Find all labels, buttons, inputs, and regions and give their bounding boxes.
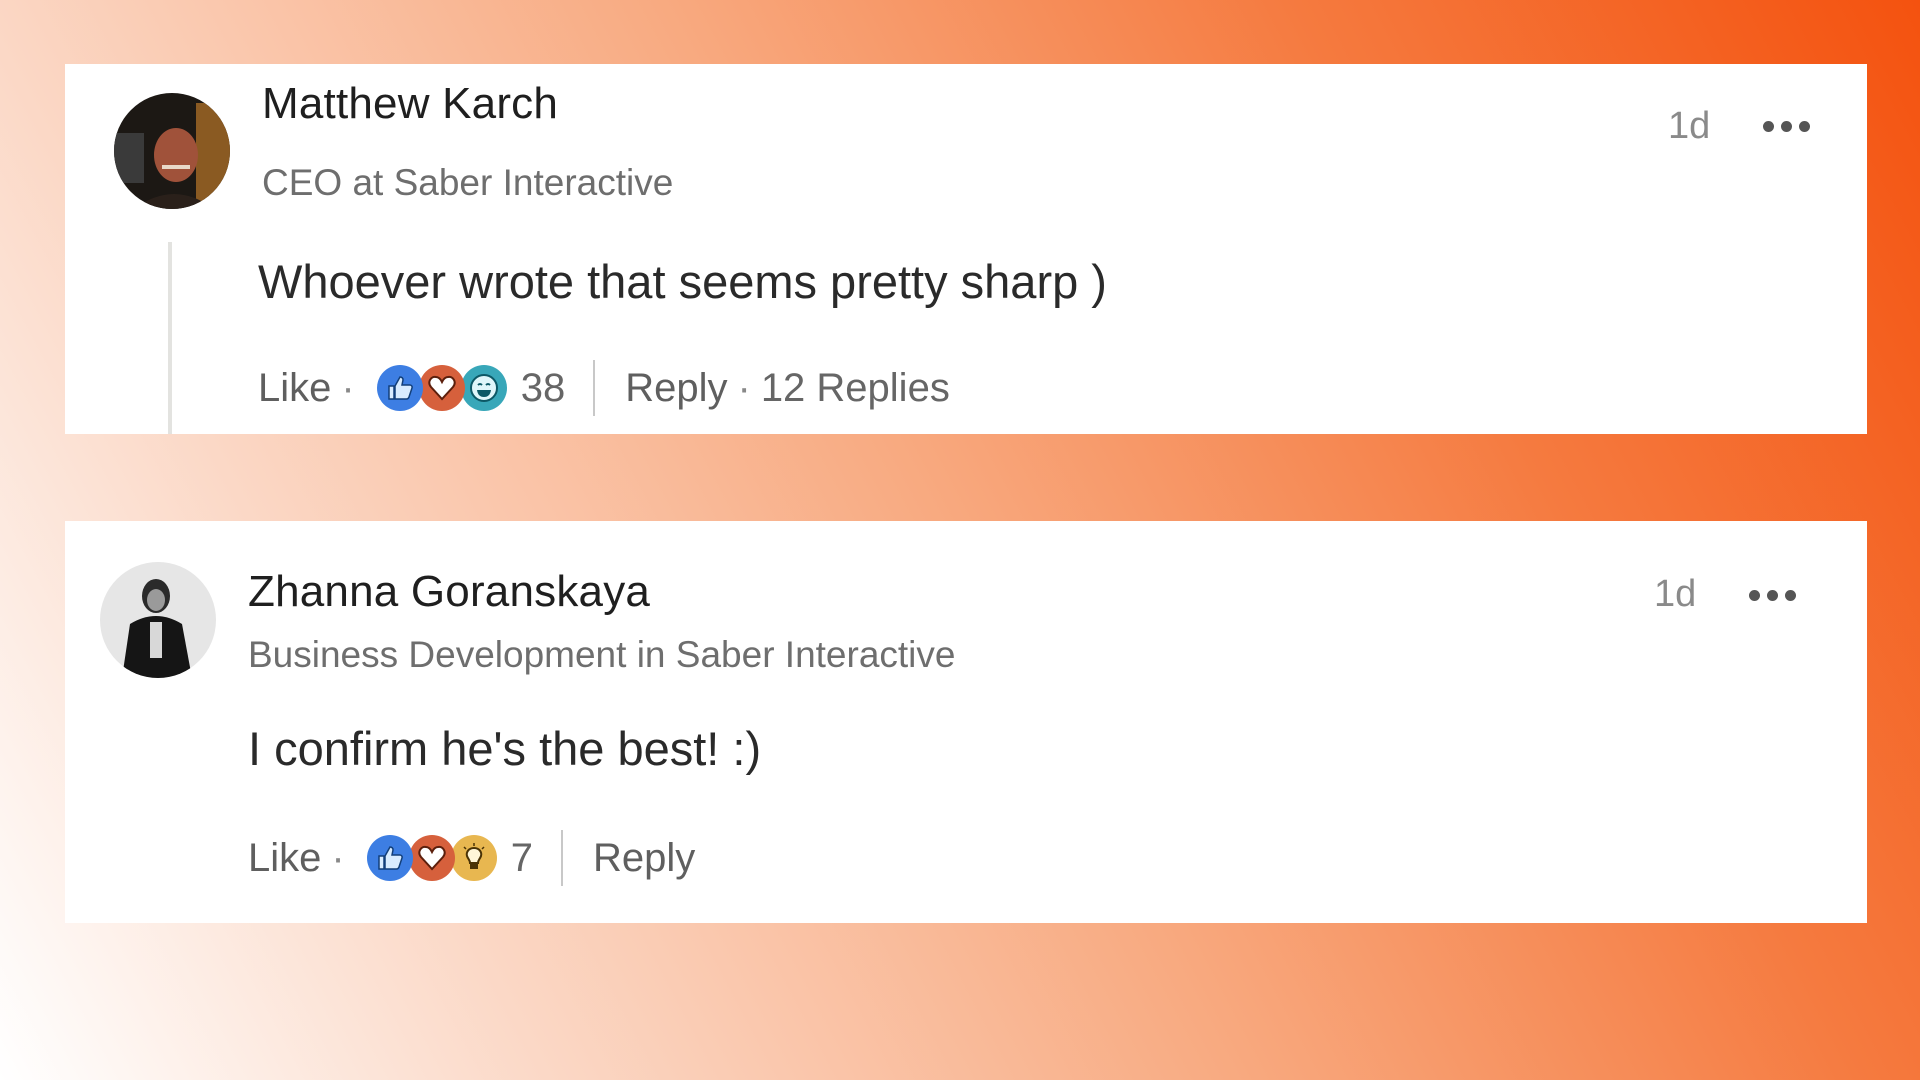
replies-link[interactable]: 12 Replies — [761, 366, 950, 411]
separator: · — [737, 365, 751, 410]
profile-photo-icon — [100, 562, 216, 678]
divider — [593, 360, 596, 416]
comment-card: Matthew Karch CEO at Saber Interactive 1… — [65, 64, 1867, 434]
comment-actions: Like · 7 Reply — [248, 830, 695, 886]
comment-actions: Like · 38 Reply · 12 Replies — [258, 360, 950, 416]
dot-icon — [1781, 121, 1792, 132]
dot-icon — [1785, 590, 1796, 601]
like-reaction-icon — [376, 365, 423, 411]
author-headline: CEO at Saber Interactive — [262, 162, 674, 203]
comment-text: Whoever wrote that seems pretty sharp ) — [258, 255, 1107, 308]
insightful-reaction-icon — [450, 835, 497, 881]
author-name[interactable]: Matthew Karch — [262, 79, 558, 129]
dot-icon — [1799, 121, 1810, 132]
timestamp: 1d — [1668, 105, 1711, 147]
avatar[interactable] — [100, 562, 216, 678]
funny-reaction-icon — [460, 365, 507, 411]
love-reaction-icon — [418, 365, 465, 411]
reaction-count[interactable]: 38 — [521, 366, 566, 411]
like-reaction-icon — [366, 835, 413, 881]
reply-button[interactable]: Reply — [625, 366, 727, 411]
reactions-summary[interactable] — [366, 835, 497, 881]
author-headline: Business Development in Saber Interactiv… — [248, 634, 956, 675]
author-name[interactable]: Zhanna Goranskaya — [248, 567, 650, 617]
comment-card: Zhanna Goranskaya Business Development i… — [65, 521, 1867, 923]
love-reaction-icon — [408, 835, 455, 881]
thread-line — [168, 242, 172, 434]
more-options-button[interactable] — [1749, 590, 1796, 601]
like-button[interactable]: Like — [248, 836, 321, 881]
dot-icon — [1749, 590, 1760, 601]
comment-text: I confirm he's the best! :) — [248, 722, 762, 775]
separator: · — [331, 835, 345, 880]
separator: · — [341, 365, 355, 410]
profile-photo-icon — [114, 93, 230, 209]
divider — [560, 830, 563, 886]
dot-icon — [1767, 590, 1778, 601]
more-options-button[interactable] — [1763, 121, 1810, 132]
dot-icon — [1763, 121, 1774, 132]
reactions-summary[interactable] — [376, 365, 507, 411]
like-button[interactable]: Like — [258, 366, 331, 411]
timestamp: 1d — [1654, 573, 1697, 615]
reply-button[interactable]: Reply — [593, 836, 695, 881]
avatar[interactable] — [114, 93, 230, 209]
reaction-count[interactable]: 7 — [511, 836, 533, 881]
